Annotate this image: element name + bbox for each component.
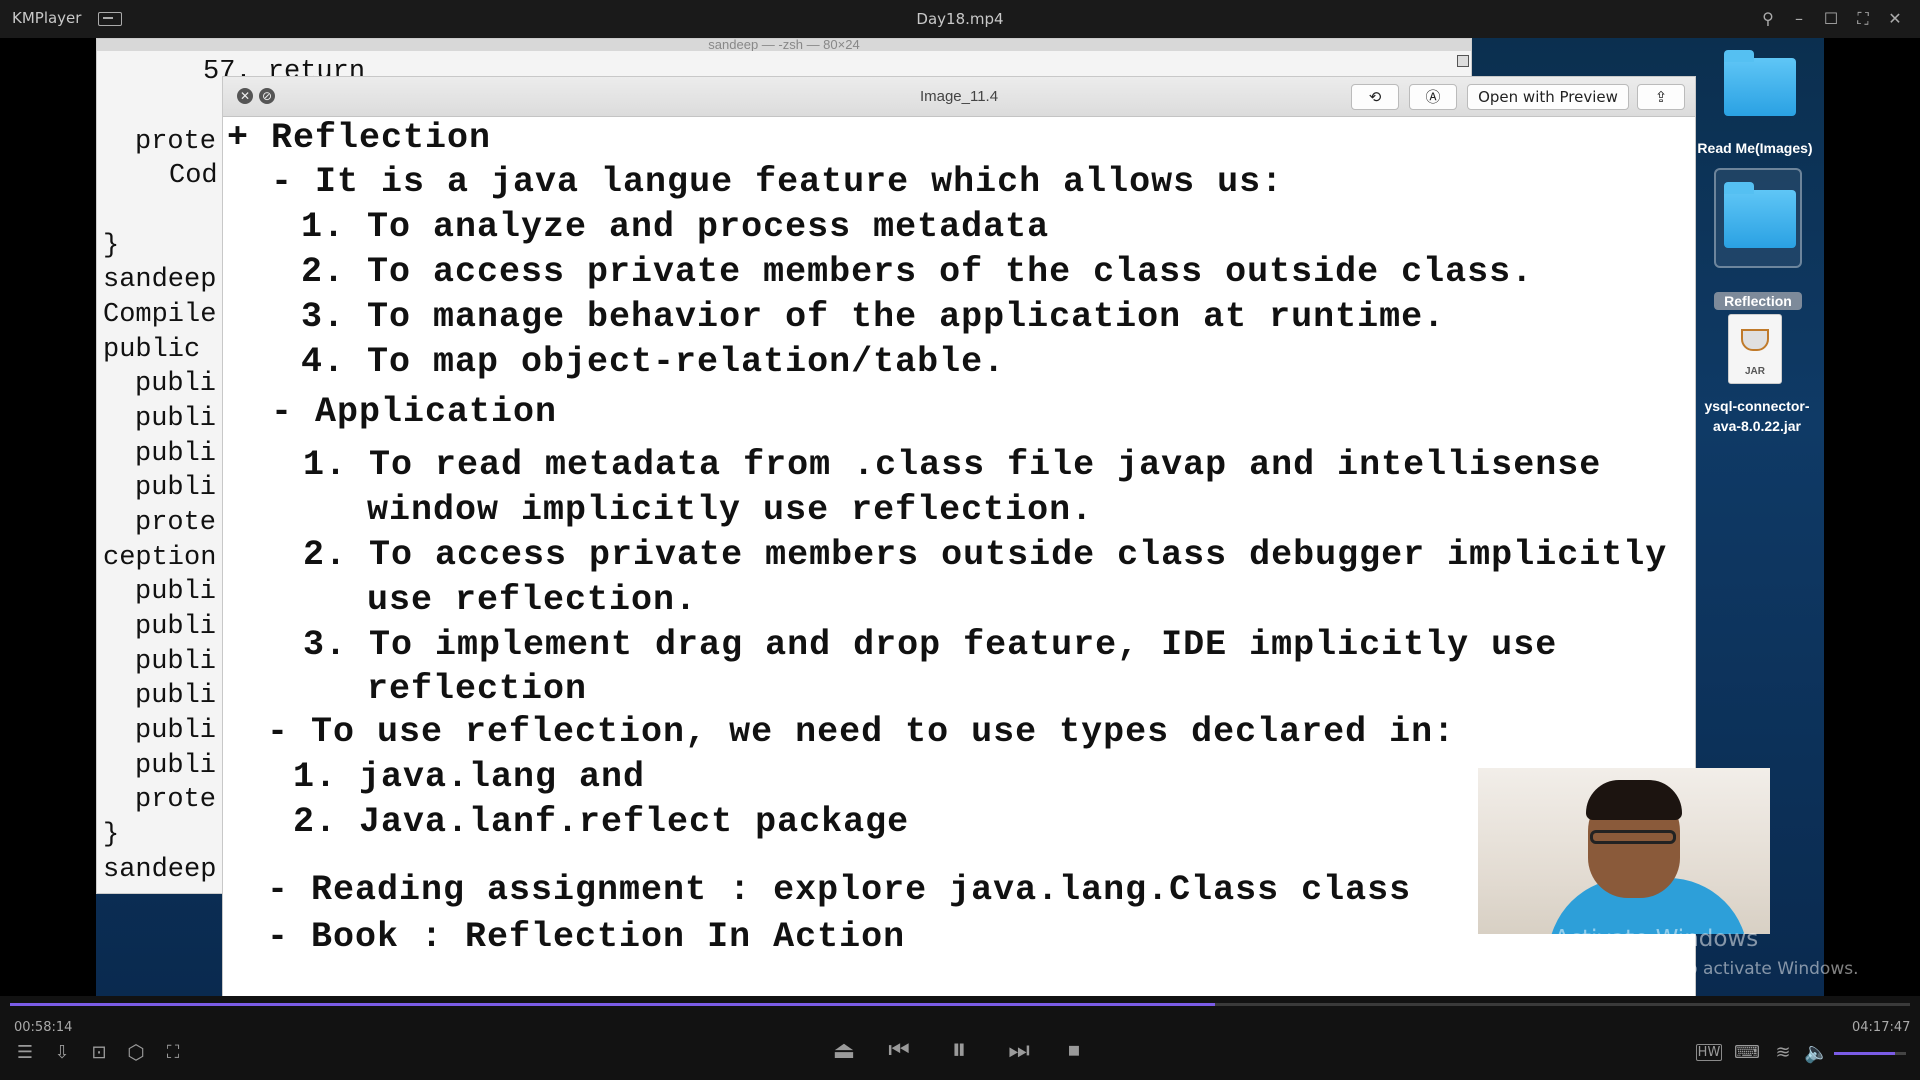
vr-icon[interactable]: ⊡	[86, 1042, 112, 1063]
desktop-file-jar[interactable]: JAR ysql-connector- ava-8.0.22.jar	[1692, 314, 1822, 454]
note-line: 1. To read metadata from .class file jav…	[303, 445, 1602, 485]
jar-file-icon: JAR	[1728, 314, 1782, 384]
note-line: 4. To map object-relation/table.	[301, 342, 1006, 382]
desktop-icon-label: Reflection	[1714, 292, 1802, 310]
note-line: window implicitly use reflection.	[367, 490, 1094, 530]
video-area[interactable]: sandeep — -zsh — 80×24 57. return prote …	[0, 38, 1920, 996]
terminal-line: sandeep	[103, 265, 217, 295]
note-line: reflection	[367, 669, 588, 709]
note-line: 2. To access private members of the clas…	[301, 252, 1534, 292]
desktop-icon-label: ava-8.0.22.jar	[1713, 418, 1801, 434]
note-line: 1. java.lang and	[293, 757, 646, 797]
terminal-line: publi	[135, 369, 217, 399]
note-line: - To use reflection, we need to use type…	[267, 712, 1456, 752]
markup-button[interactable]: Ⓐ	[1409, 84, 1457, 110]
note-line: 3. To implement drag and drop feature, I…	[303, 625, 1558, 665]
close-icon[interactable]: ✕	[1884, 8, 1906, 30]
playlist-icon[interactable]: ☰	[14, 1042, 36, 1063]
subtitle-icon[interactable]: ⌨	[1734, 1042, 1760, 1063]
quicklook-window: ✕ ⊘ Image_11.4 ⟲ Ⓐ Open with Preview ⇪ +…	[222, 76, 1696, 996]
desktop-folder-reflection[interactable]: Reflection	[1710, 168, 1806, 310]
terminal-title: sandeep — -zsh — 80×24	[97, 39, 1471, 51]
volume-slider[interactable]	[1834, 1052, 1906, 1055]
activation-watermark-subtitle: Go to Settings to activate Windows.	[1554, 959, 1859, 979]
previous-icon[interactable]: ⏮	[884, 1036, 914, 1064]
terminal-line: publi	[135, 473, 217, 503]
terminal-line: }	[103, 820, 120, 850]
terminal-line: publi	[135, 716, 217, 746]
terminal-line: prote	[135, 508, 217, 538]
maximize-icon[interactable]: ☐	[1820, 8, 1842, 30]
video-title: Day18.mp4	[916, 10, 1004, 28]
note-line: - It is a java langue feature which allo…	[271, 162, 1284, 202]
note-line: 3. To manage behavior of the application…	[301, 297, 1446, 337]
java-cup-icon	[1741, 329, 1769, 351]
terminal-line: ception	[103, 543, 217, 573]
terminal-line: publi	[135, 612, 217, 642]
terminal-line: prote	[135, 785, 217, 815]
terminal-line: publi	[135, 647, 217, 677]
note-line: - Book : Reflection In Action	[267, 917, 906, 957]
terminal-line: publi	[135, 577, 217, 607]
terminal-line: publi	[135, 751, 217, 781]
note-line: - Application	[271, 392, 558, 432]
jar-badge: JAR	[1744, 366, 1765, 377]
seek-progress	[10, 1003, 1215, 1006]
terminal-line: publi	[135, 439, 217, 469]
terminal-line: Cod	[169, 161, 218, 191]
note-line: 2. Java.lanf.reflect package	[293, 802, 910, 842]
hw-decoder-icon[interactable]: HW	[1696, 1044, 1722, 1061]
note-line: - Reading assignment : explore java.lang…	[267, 870, 1412, 910]
preview-titlebar: ✕ ⊘ Image_11.4 ⟲ Ⓐ Open with Preview ⇪	[223, 77, 1695, 117]
eject-icon[interactable]: ⏏	[830, 1036, 858, 1064]
terminal-line: public	[103, 335, 201, 365]
presenter-glasses	[1590, 830, 1676, 844]
preview-image: + Reflection - It is a java langue featu…	[223, 118, 1695, 996]
player-controls: 00:58:14 04:17:47 ☰ ⇩ ⊡ ⬡ ⛶ ⏏ ⏮ ⏸ ⏭ ⏹ HW…	[0, 996, 1920, 1080]
terminal-line: prote	[135, 127, 217, 157]
total-time: 04:17:47	[1852, 1020, 1911, 1035]
volume-icon[interactable]: 🔈	[1804, 1040, 1829, 1064]
terminal-line: }	[103, 231, 120, 261]
terminal-line: sandeep	[103, 855, 217, 885]
screen-capture-icon[interactable]: ⛶	[160, 1042, 186, 1063]
activation-watermark-title: Activate Windows	[1554, 926, 1759, 952]
open-with-preview-button[interactable]: Open with Preview	[1467, 84, 1629, 110]
next-icon[interactable]: ⏭	[1004, 1036, 1034, 1064]
note-line: 1. To analyze and process metadata	[301, 207, 1050, 247]
rotate-button[interactable]: ⟲	[1351, 84, 1399, 110]
terminal-line: publi	[135, 404, 217, 434]
pause-icon[interactable]: ⏸	[942, 1032, 976, 1067]
desktop-icon-label: ysql-connector-	[1704, 398, 1810, 414]
elapsed-time: 00:58:14	[14, 1020, 73, 1035]
note-line: 2. To access private members outside cla…	[303, 535, 1668, 575]
seek-bar[interactable]	[10, 1003, 1910, 1006]
note-line: use reflection.	[367, 580, 698, 620]
terminal-line: Compile	[103, 300, 217, 330]
share-button[interactable]: ⇪	[1637, 84, 1685, 110]
minimize-icon[interactable]: –	[1788, 8, 1810, 30]
download-icon[interactable]: ⇩	[50, 1042, 74, 1063]
pin-icon[interactable]: ⚲	[1757, 8, 1779, 30]
player-titlebar: KMPlayer Day18.mp4 ⚲ – ☐ ⛶ ✕	[0, 0, 1920, 38]
volume-level	[1834, 1052, 1896, 1055]
folder-icon	[1724, 50, 1796, 116]
terminal-line: publi	[135, 681, 217, 711]
webcam-overlay	[1478, 768, 1770, 934]
desktop-folder-readme[interactable]: Read Me(Images)	[1697, 48, 1813, 158]
3d-cube-icon[interactable]: ⬡	[124, 1040, 148, 1064]
folder-icon	[1724, 182, 1796, 248]
terminal-scroll-icon	[1457, 55, 1469, 67]
fullscreen-icon[interactable]: ⛶	[1852, 8, 1874, 30]
stop-icon[interactable]: ⏹	[1060, 1036, 1088, 1064]
audio-eq-icon[interactable]: ≋	[1770, 1042, 1796, 1063]
note-heading: + Reflection	[227, 118, 492, 158]
desktop-icon-label: Read Me(Images)	[1697, 140, 1813, 156]
presenter-hair	[1586, 780, 1682, 820]
